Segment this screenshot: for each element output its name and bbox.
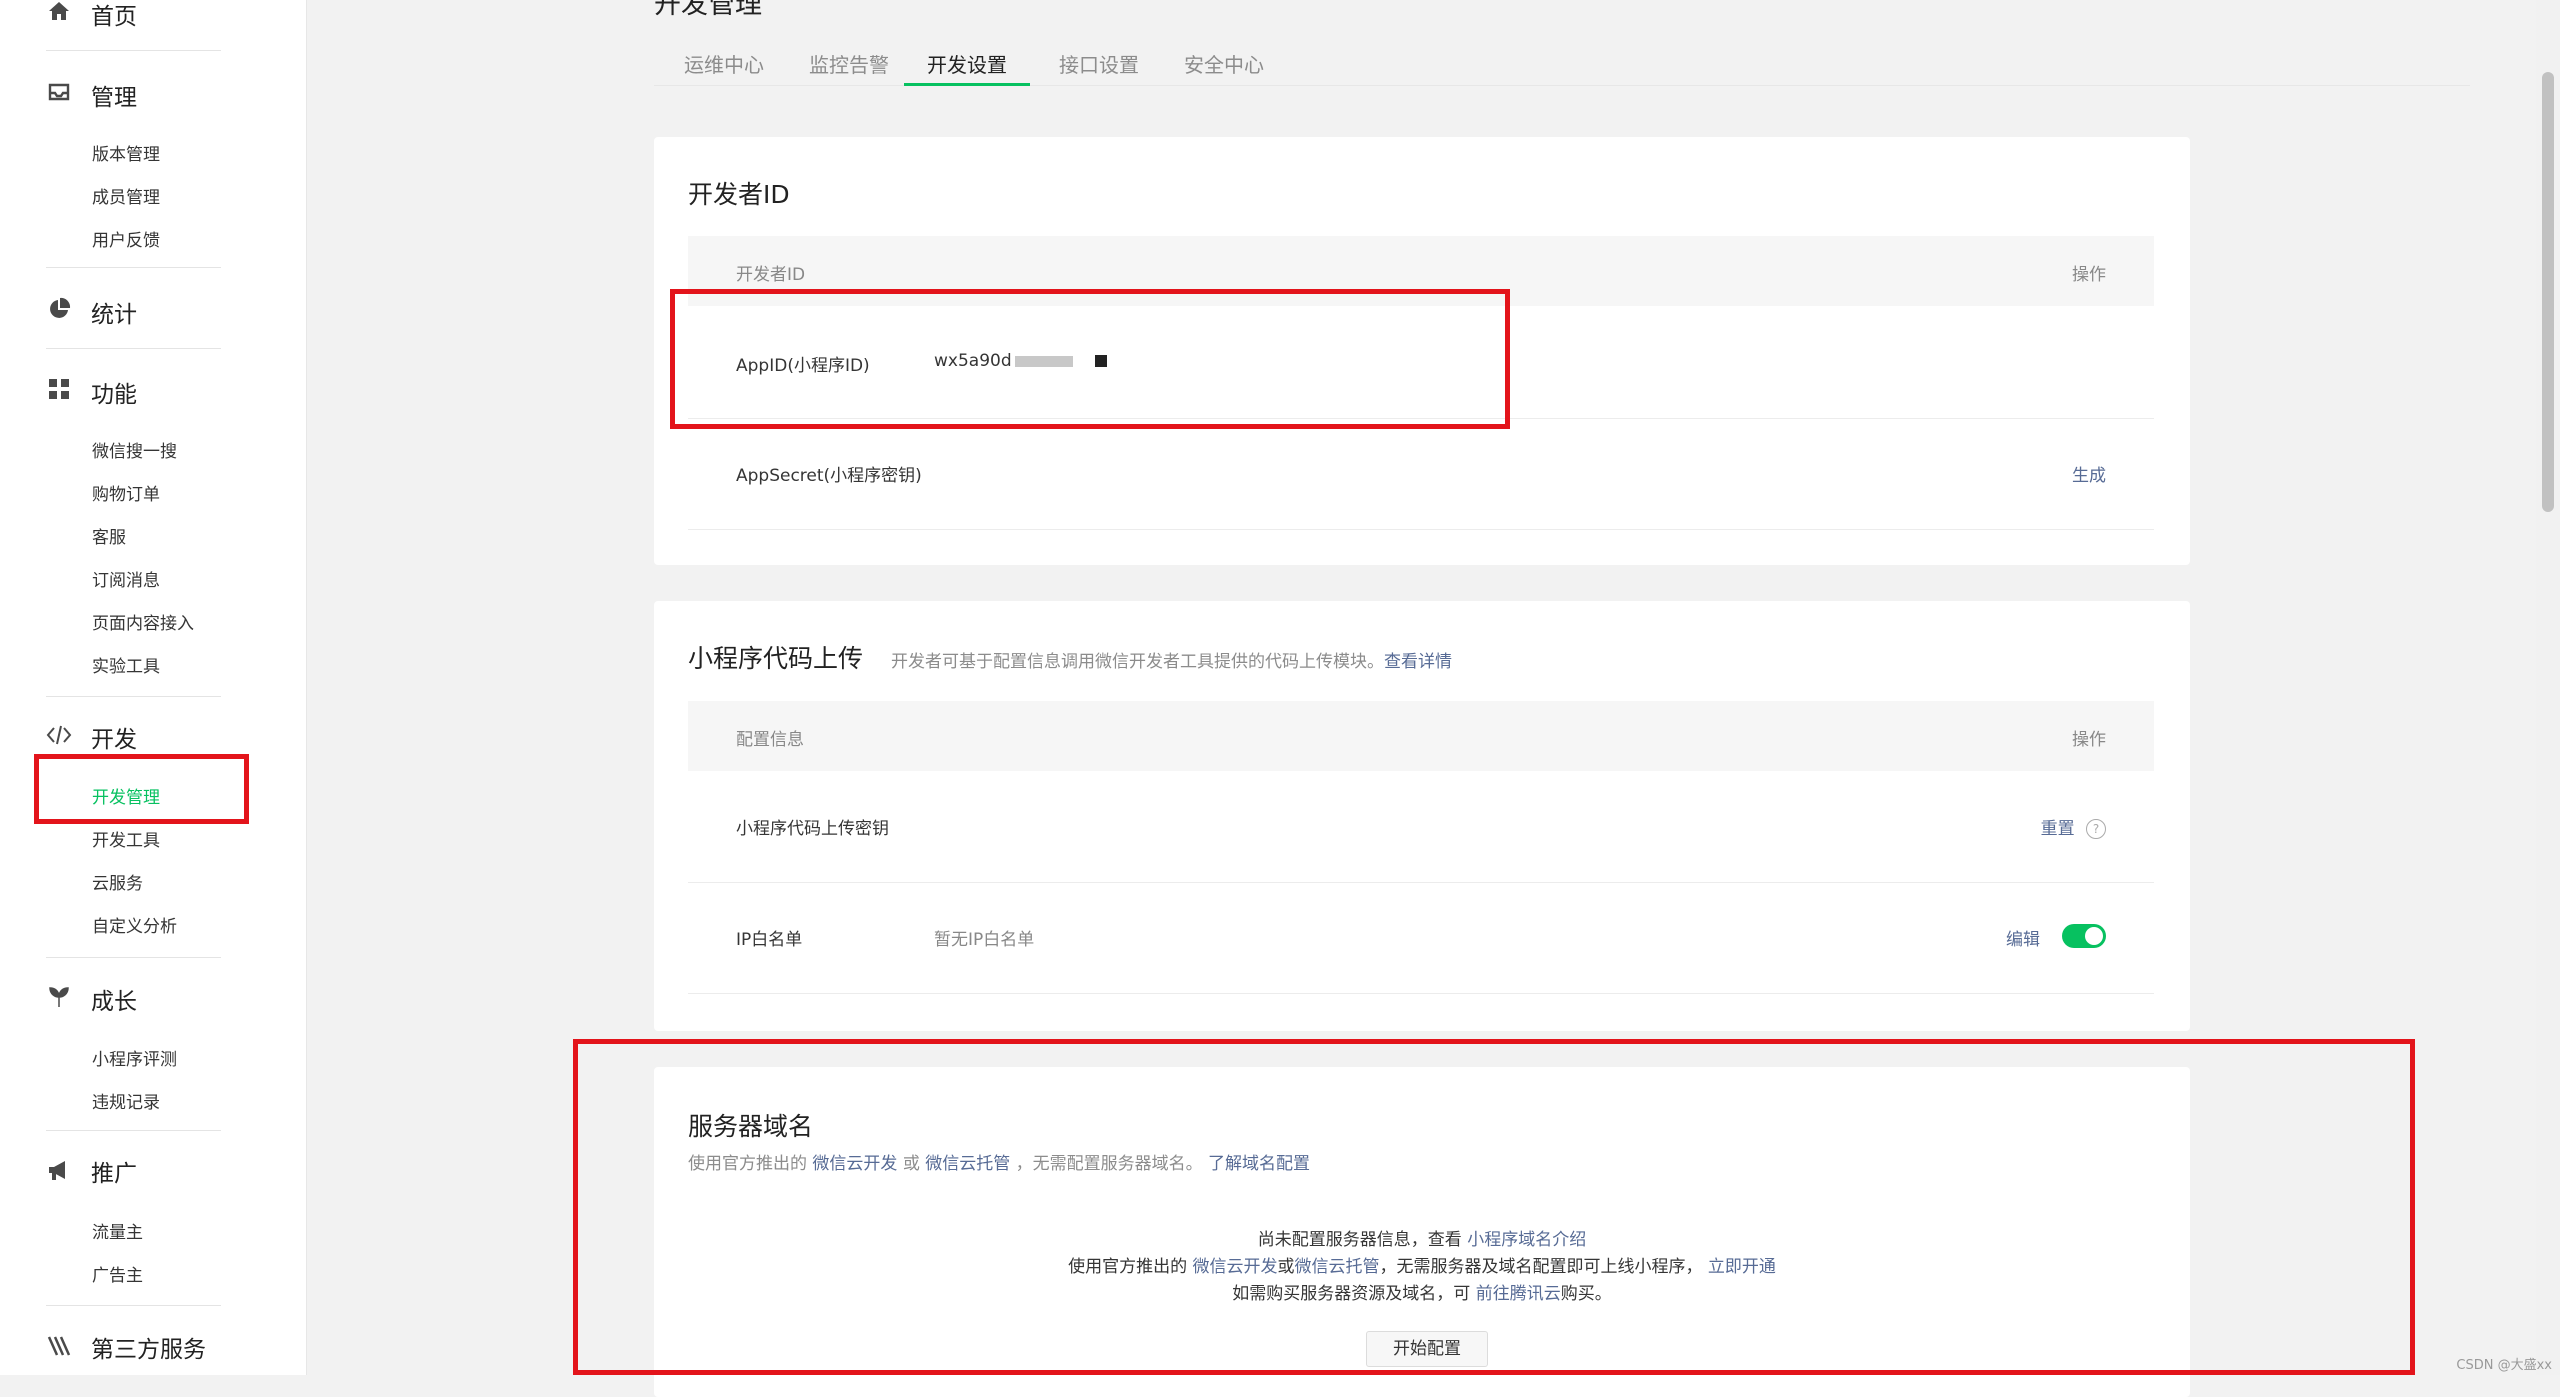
vertical-scrollbar[interactable] (2536, 0, 2560, 1375)
scrollbar-thumb[interactable] (2542, 72, 2554, 512)
column-header: 操作 (2072, 730, 2106, 750)
watermark: CSDN @大盛xx (2456, 1358, 2552, 1373)
sidebar-item-cloud[interactable]: 云服务 (92, 869, 143, 894)
sidebar: 首页 管理 版本管理 成员管理 用户反馈 统计 功能 微信搜一搜 购物订单 客服… (0, 0, 307, 1375)
divider (46, 957, 221, 958)
ip-whitelist-toggle[interactable] (2062, 924, 2106, 948)
page-title: 开发管理 (654, 0, 762, 20)
divider (46, 267, 221, 268)
row-divider (688, 993, 2154, 994)
sidebar-item-content[interactable]: 页面内容接入 (92, 609, 194, 634)
divider (46, 1305, 221, 1306)
highlight-box (573, 1039, 2415, 1375)
card-title: 开发者ID (688, 180, 790, 209)
column-header: 操作 (2072, 265, 2106, 285)
row-divider (688, 529, 2154, 530)
reset-link[interactable]: 重置 (2041, 819, 2075, 839)
ip-whitelist-value: 暂无IP白名单 (934, 930, 1035, 950)
third-party-icon (46, 1333, 72, 1359)
sidebar-item-analytics[interactable]: 自定义分析 (92, 912, 177, 937)
sidebar-item-traffic[interactable]: 流量主 (92, 1218, 143, 1243)
divider (46, 50, 221, 51)
home-icon (46, 0, 72, 24)
help-icon[interactable]: ? (2086, 819, 2106, 839)
sidebar-item-service[interactable]: 客服 (92, 523, 126, 548)
row-divider (688, 882, 2154, 883)
highlight-box (34, 754, 249, 824)
sidebar-item-lab[interactable]: 实验工具 (92, 652, 160, 677)
tab-ops[interactable]: 运维中心 (684, 49, 764, 83)
code-upload-card: 小程序代码上传 开发者可基于配置信息调用微信开发者工具提供的代码上传模块。查看详… (654, 601, 2190, 1031)
sidebar-item-violations[interactable]: 违规记录 (92, 1088, 160, 1113)
divider (46, 1130, 221, 1131)
ip-whitelist-label: IP白名单 (736, 930, 803, 950)
toggle-knob (2085, 927, 2103, 945)
tab-bar: 运维中心 监控告警 开发设置 接口设置 安全中心 (654, 45, 2470, 86)
view-details-link[interactable]: 查看详情 (1384, 652, 1452, 672)
sidebar-item-dev-tools[interactable]: 开发工具 (92, 826, 160, 851)
main-content: 开发管理 运维中心 监控告警 开发设置 接口设置 安全中心 开发者ID 开发者I… (306, 0, 2536, 1397)
sidebar-item-orders[interactable]: 购物订单 (92, 480, 160, 505)
card-title-text: 小程序代码上传 (688, 644, 864, 673)
sprout-icon (46, 984, 72, 1010)
sidebar-item-review[interactable]: 小程序评测 (92, 1045, 177, 1070)
sidebar-item-version[interactable]: 版本管理 (92, 140, 160, 165)
divider (46, 696, 221, 697)
generate-link[interactable]: 生成 (2072, 461, 2106, 486)
table-header: 配置信息 操作 (688, 701, 2154, 771)
divider (46, 348, 221, 349)
tab-security[interactable]: 安全中心 (1184, 49, 1264, 83)
card-description: 开发者可基于配置信息调用微信开发者工具提供的代码上传模块。 (890, 652, 1384, 672)
grid-icon (46, 376, 72, 402)
reset-action: 重置 ? (2041, 814, 2106, 839)
upload-key-label: 小程序代码上传密钥 (736, 819, 889, 839)
column-header: 开发者ID (736, 265, 806, 285)
tab-monitor[interactable]: 监控告警 (809, 49, 889, 83)
sidebar-item-feedback[interactable]: 用户反馈 (92, 226, 160, 251)
card-title: 小程序代码上传 开发者可基于配置信息调用微信开发者工具提供的代码上传模块。查看详… (688, 639, 1452, 675)
inbox-icon (46, 79, 72, 105)
appsecret-label: AppSecret(小程序密钥) (736, 466, 922, 486)
sidebar-item-members[interactable]: 成员管理 (92, 183, 160, 208)
edit-link[interactable]: 编辑 (2006, 925, 2040, 950)
megaphone-icon (46, 1157, 72, 1183)
pie-chart-icon (46, 296, 72, 322)
sidebar-item-advertiser[interactable]: 广告主 (92, 1261, 143, 1286)
sidebar-item-search[interactable]: 微信搜一搜 (92, 437, 177, 462)
tab-api[interactable]: 接口设置 (1059, 49, 1139, 83)
highlight-box (670, 289, 1510, 429)
sidebar-item-subscribe[interactable]: 订阅消息 (92, 566, 160, 591)
code-icon (46, 722, 72, 748)
tab-dev-settings[interactable]: 开发设置 (904, 49, 1030, 86)
column-header: 配置信息 (736, 730, 804, 750)
